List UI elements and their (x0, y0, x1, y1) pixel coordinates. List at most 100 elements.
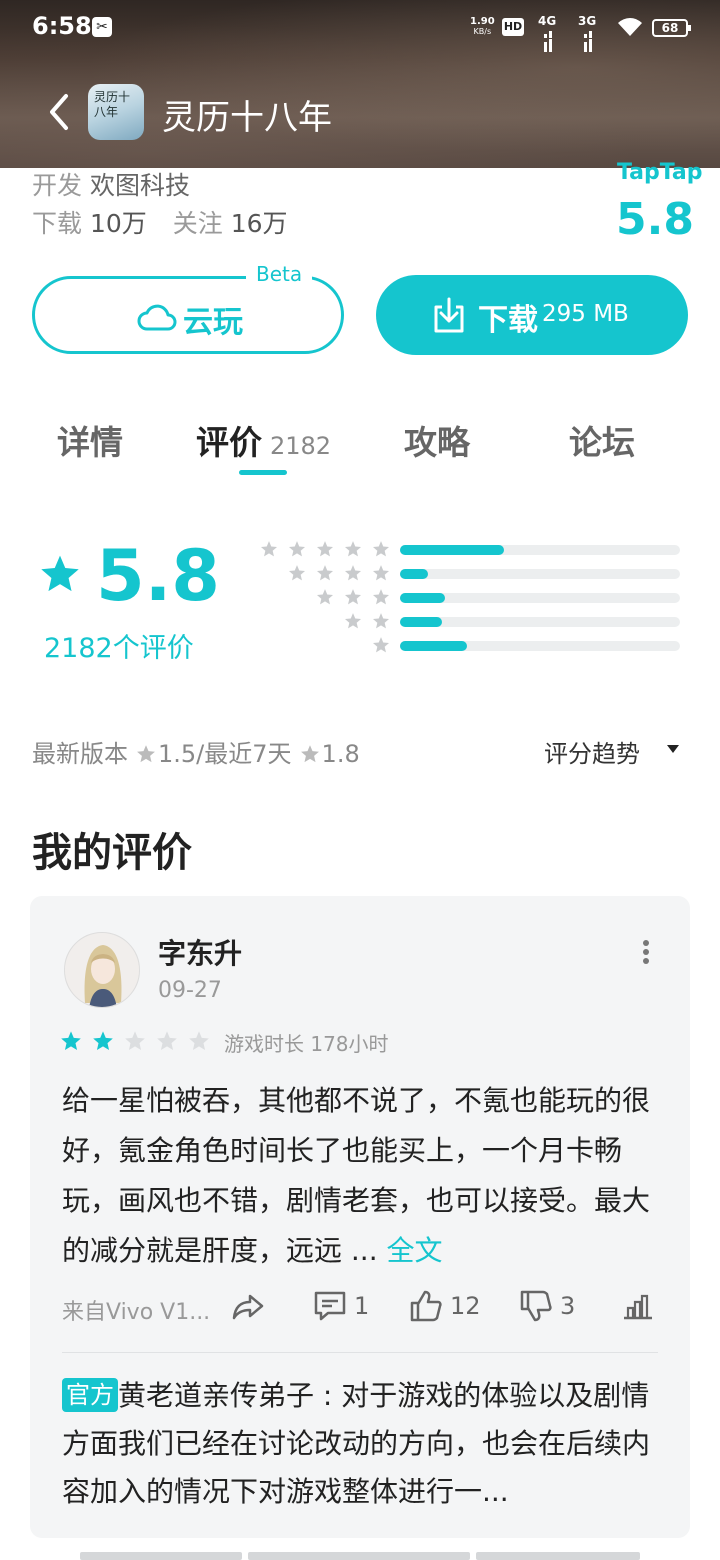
playtime: 游戏时长 178小时 (224, 1032, 389, 1056)
rating-bar-track (400, 593, 680, 603)
stats-row: 下载 10万 关注 16万 (32, 209, 288, 238)
like-button[interactable]: 12 (408, 1288, 481, 1328)
rating-bar-track (400, 569, 680, 579)
device-label: 来自Vivo V1... (62, 1300, 211, 1325)
review-date: 09-27 (158, 978, 222, 1003)
capcut-notification-icon: ✂ (92, 17, 112, 37)
star-icon (344, 589, 362, 605)
rating-row-5-stars (250, 540, 690, 560)
star-icon (260, 541, 278, 557)
downloads-count: 10万 (89, 209, 147, 238)
developer-name[interactable]: 欢图科技 (90, 171, 190, 200)
star-icon (93, 1031, 113, 1050)
rating-row-3-stars (250, 588, 690, 608)
signal-4g-icon: 4G (538, 14, 556, 52)
rating-trend-button[interactable]: 评分趋势 (544, 734, 640, 769)
rating-bar-track (400, 641, 680, 651)
like-count: 12 (450, 1292, 481, 1320)
comment-count: 1 (354, 1292, 370, 1320)
app-page: 6:58 ✂ 1.90 KB/s HD 4G 3G 68 灵历十八年 灵历十八年… (0, 0, 720, 1560)
rating-row-stars (278, 564, 390, 584)
comment-button[interactable]: 1 (312, 1288, 369, 1328)
star-icon (41, 555, 79, 592)
share-icon (232, 1294, 264, 1320)
thumbs-up-icon (410, 1290, 442, 1322)
download-icon (434, 297, 464, 333)
rating-bar-fill (400, 569, 428, 579)
star-icon (300, 745, 319, 763)
anime-girl-avatar-icon (65, 933, 139, 1007)
tab-guides[interactable]: 攻略 (404, 416, 470, 464)
cloud-play-label: 云玩 (183, 305, 243, 340)
version-rating-row: 最新版本 1.5/最近7天 1.8 (32, 740, 360, 768)
star-icon (344, 565, 362, 581)
tab-forum[interactable]: 论坛 (569, 416, 635, 464)
dislike-count: 3 (560, 1292, 576, 1320)
rating-row-2-stars (250, 612, 690, 632)
star-icon (288, 541, 306, 557)
rating-row-stars (306, 588, 390, 608)
star-icon (137, 745, 155, 763)
taptap-score: 5.8 (616, 194, 694, 245)
star-icon (288, 565, 306, 581)
rating-bar-fill (400, 617, 442, 627)
review-stars (60, 1030, 220, 1052)
download-size: 295 MB (542, 301, 629, 327)
star-icon (316, 565, 334, 581)
review-text[interactable]: 给一星怕被吞，其他都不说了，不氪也能玩的很好，氪金角色时间长了也能买上，一个月卡… (62, 1076, 662, 1276)
tab-details[interactable]: 详情 (57, 416, 123, 464)
share-button[interactable] (230, 1288, 266, 1328)
hd-icon: HD (502, 18, 524, 36)
review-username[interactable]: 字东升 (158, 932, 242, 972)
back-arrow-icon[interactable] (40, 88, 80, 136)
star-icon (344, 613, 362, 629)
rating-row-stars (334, 612, 390, 632)
star-icon (372, 565, 390, 581)
recent-score: 1.8 (321, 740, 360, 768)
more-options-icon[interactable] (638, 938, 654, 966)
star-icon (372, 613, 390, 629)
game-icon: 灵历十八年 (88, 84, 144, 140)
net-speed: 1.90 KB/s (470, 16, 495, 37)
full-text-link[interactable]: 全文 (387, 1234, 443, 1267)
stats-button[interactable] (620, 1288, 656, 1328)
rating-score: 5.8 (96, 535, 221, 617)
rating-bar-track (400, 545, 680, 555)
star-icon (61, 1031, 81, 1050)
active-tab-indicator (239, 470, 287, 475)
star-icon (344, 541, 362, 557)
beta-badge: Beta (246, 262, 313, 286)
download-button[interactable]: 下载 295 MB (376, 275, 688, 355)
thumbs-down-icon (520, 1290, 552, 1322)
rating-bar-fill (400, 545, 504, 555)
game-icon-text: 灵历十八年 (94, 90, 131, 119)
star-icon (125, 1031, 145, 1050)
star-icon (316, 589, 334, 605)
follows-count: 16万 (230, 209, 288, 238)
star-icon (189, 1031, 209, 1050)
avatar[interactable] (64, 932, 140, 1008)
dislike-button[interactable]: 3 (518, 1288, 575, 1328)
rating-row-stars (250, 540, 390, 560)
battery-icon: 68 (652, 19, 691, 37)
star-icon (316, 541, 334, 557)
official-badge: 官方 (62, 1378, 118, 1412)
cloud-play-button[interactable]: 云玩 (32, 276, 344, 354)
caret-down-icon[interactable] (666, 744, 680, 754)
clock: 6:58 (32, 12, 92, 40)
comment-icon (314, 1291, 346, 1321)
taptap-logo: TapTap (617, 160, 703, 185)
section-title: 我的评价 (32, 830, 192, 876)
rating-row-4-stars (250, 564, 690, 584)
rating-bar-fill (400, 641, 468, 651)
bar-chart-icon (624, 1294, 652, 1320)
divider (62, 1352, 658, 1353)
official-reply[interactable]: 官方 黄老道亲传弟子 : 对于游戏的体验以及剧情方面我们已经在讨论改动的方向，也会… (62, 1372, 662, 1516)
top-bar: 灵历十八年 灵历十八年 (0, 72, 720, 152)
rating-count[interactable]: 2182个评价 (44, 626, 194, 665)
rating-bar-fill (400, 593, 445, 603)
cloud-icon (137, 304, 177, 331)
tab-reviews[interactable]: 评价 2182 (196, 416, 331, 464)
rating-row-stars (362, 636, 390, 656)
reviews-count: 2182 (270, 432, 332, 460)
